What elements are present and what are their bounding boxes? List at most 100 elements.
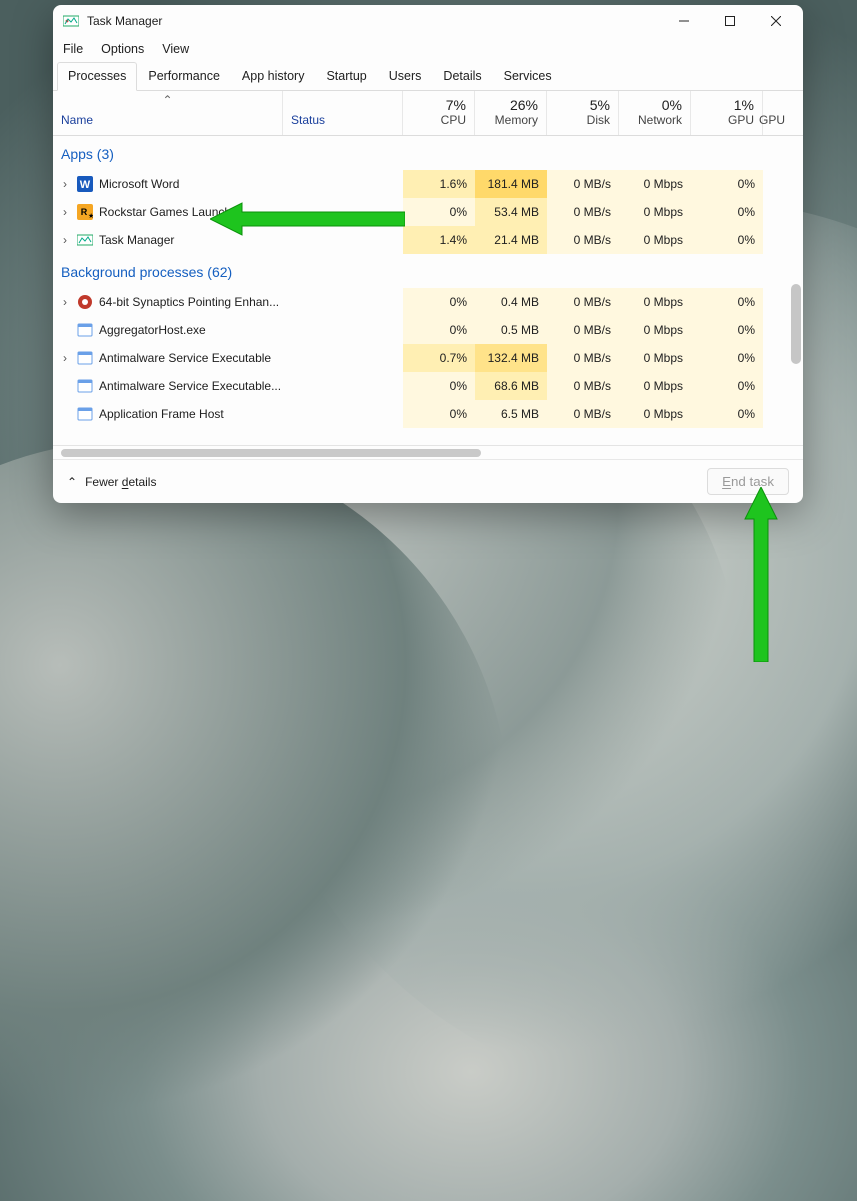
process-icon xyxy=(77,294,93,310)
tab-users[interactable]: Users xyxy=(378,62,433,91)
process-row[interactable]: › Antimalware Service Executable 0.7% 13… xyxy=(53,344,803,372)
process-icon xyxy=(77,350,93,366)
cpu-cell: 1.6% xyxy=(403,170,475,198)
cpu-cell: 0% xyxy=(403,316,475,344)
memory-cell: 181.4 MB xyxy=(475,170,547,198)
group-apps[interactable]: Apps (3) xyxy=(53,136,803,170)
col-cpu[interactable]: 7%CPU xyxy=(403,91,475,135)
process-row[interactable]: › 64-bit Synaptics Pointing Enhan... 0% … xyxy=(53,288,803,316)
svg-text:R: R xyxy=(81,207,88,217)
horizontal-scrollbar[interactable] xyxy=(53,445,803,459)
network-cell: 0 Mbps xyxy=(619,316,691,344)
col-status[interactable]: Status xyxy=(283,91,403,135)
tab-details[interactable]: Details xyxy=(432,62,492,91)
expand-icon[interactable]: › xyxy=(59,351,71,365)
process-name: Microsoft Word xyxy=(99,177,179,191)
col-gpu-engine[interactable]: GPU xyxy=(763,91,793,135)
window-title: Task Manager xyxy=(87,14,162,28)
tab-performance[interactable]: Performance xyxy=(137,62,231,91)
process-row[interactable]: AggregatorHost.exe 0% 0.5 MB 0 MB/s 0 Mb… xyxy=(53,316,803,344)
gpu-cell: 0% xyxy=(691,316,763,344)
column-headers: ⌃ Name Status 7%CPU 26%Memory 5%Disk 0%N… xyxy=(53,91,803,136)
disk-cell: 0 MB/s xyxy=(547,226,619,254)
network-cell: 0 Mbps xyxy=(619,400,691,428)
process-row[interactable]: › Task Manager 1.4% 21.4 MB 0 MB/s 0 Mbp… xyxy=(53,226,803,254)
process-row[interactable]: Antimalware Service Executable... 0% 68.… xyxy=(53,372,803,400)
sort-indicator-icon: ⌃ xyxy=(162,93,172,107)
expand-icon[interactable]: › xyxy=(59,177,71,191)
disk-cell: 0 MB/s xyxy=(547,372,619,400)
tab-processes[interactable]: Processes xyxy=(57,62,137,91)
menubar: File Options View xyxy=(53,37,803,61)
svg-text:★: ★ xyxy=(88,212,93,220)
close-button[interactable] xyxy=(753,5,799,37)
process-icon xyxy=(77,322,93,338)
process-icon xyxy=(77,406,93,422)
svg-text:W: W xyxy=(80,179,91,191)
memory-cell: 53.4 MB xyxy=(475,198,547,226)
cpu-cell: 0% xyxy=(403,198,475,226)
menu-file[interactable]: File xyxy=(63,42,83,56)
menu-view[interactable]: View xyxy=(162,42,189,56)
gpu-cell: 0% xyxy=(691,288,763,316)
network-cell: 0 Mbps xyxy=(619,372,691,400)
process-name: Application Frame Host xyxy=(99,407,224,421)
col-network[interactable]: 0%Network xyxy=(619,91,691,135)
process-name: 64-bit Synaptics Pointing Enhan... xyxy=(99,295,279,309)
process-row[interactable]: › R★ Rockstar Games Launcher 0% 53.4 MB … xyxy=(53,198,803,226)
process-name: AggregatorHost.exe xyxy=(99,323,206,337)
vertical-scrollbar[interactable] xyxy=(791,284,801,364)
process-icon: W xyxy=(77,176,93,192)
disk-cell: 0 MB/s xyxy=(547,316,619,344)
memory-cell: 132.4 MB xyxy=(475,344,547,372)
cpu-cell: 0% xyxy=(403,400,475,428)
process-name: Task Manager xyxy=(99,233,174,247)
expand-icon[interactable]: › xyxy=(59,295,71,309)
minimize-button[interactable] xyxy=(661,5,707,37)
gpu-cell: 0% xyxy=(691,198,763,226)
process-icon: R★ xyxy=(77,204,93,220)
col-gpu[interactable]: 1%GPU xyxy=(691,91,763,135)
fewer-details-button[interactable]: ⌃ Fewer details xyxy=(67,475,156,489)
process-name: Antimalware Service Executable... xyxy=(99,379,281,393)
process-icon xyxy=(77,232,93,248)
cpu-cell: 0% xyxy=(403,372,475,400)
disk-cell: 0 MB/s xyxy=(547,198,619,226)
network-cell: 0 Mbps xyxy=(619,226,691,254)
process-row[interactable]: Application Frame Host 0% 6.5 MB 0 MB/s … xyxy=(53,400,803,428)
group-background[interactable]: Background processes (62) xyxy=(53,254,803,288)
task-manager-icon xyxy=(63,13,79,29)
col-disk[interactable]: 5%Disk xyxy=(547,91,619,135)
gpu-cell: 0% xyxy=(691,344,763,372)
gpu-cell: 0% xyxy=(691,400,763,428)
menu-options[interactable]: Options xyxy=(101,42,144,56)
expand-icon[interactable]: › xyxy=(59,205,71,219)
titlebar[interactable]: Task Manager xyxy=(53,5,803,37)
col-memory[interactable]: 26%Memory xyxy=(475,91,547,135)
cpu-cell: 0% xyxy=(403,288,475,316)
disk-cell: 0 MB/s xyxy=(547,288,619,316)
task-manager-window: Task Manager File Options View Processes… xyxy=(53,5,803,503)
process-row[interactable]: › W Microsoft Word 1.6% 181.4 MB 0 MB/s … xyxy=(53,170,803,198)
disk-cell: 0 MB/s xyxy=(547,170,619,198)
col-name[interactable]: ⌃ Name xyxy=(53,91,283,135)
tab-services[interactable]: Services xyxy=(493,62,563,91)
end-task-button[interactable]: End task xyxy=(707,468,789,495)
process-name: Rockstar Games Launcher xyxy=(99,205,242,219)
process-name: Antimalware Service Executable xyxy=(99,351,271,365)
chevron-up-icon: ⌃ xyxy=(67,475,77,489)
maximize-button[interactable] xyxy=(707,5,753,37)
tabbar: Processes Performance App history Startu… xyxy=(53,61,803,91)
cpu-cell: 1.4% xyxy=(403,226,475,254)
tab-startup[interactable]: Startup xyxy=(315,62,377,91)
disk-cell: 0 MB/s xyxy=(547,400,619,428)
expand-icon[interactable]: › xyxy=(59,233,71,247)
footer: ⌃ Fewer details End task xyxy=(53,459,803,503)
tab-app-history[interactable]: App history xyxy=(231,62,316,91)
memory-cell: 6.5 MB xyxy=(475,400,547,428)
disk-cell: 0 MB/s xyxy=(547,344,619,372)
gpu-cell: 0% xyxy=(691,226,763,254)
memory-cell: 21.4 MB xyxy=(475,226,547,254)
network-cell: 0 Mbps xyxy=(619,288,691,316)
process-icon xyxy=(77,378,93,394)
